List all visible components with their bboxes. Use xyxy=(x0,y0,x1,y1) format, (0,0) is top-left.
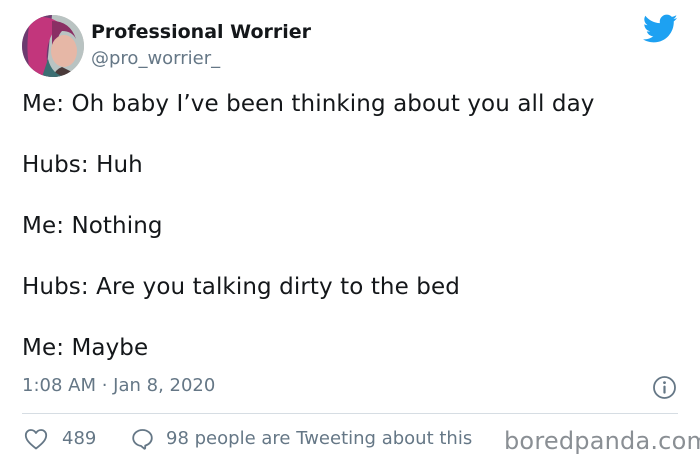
tweeting-about-link[interactable]: 98 people are Tweeting about this xyxy=(166,428,472,449)
like-count[interactable]: 489 xyxy=(62,428,96,449)
avatar[interactable] xyxy=(22,15,84,77)
tweet-line: Me: Nothing xyxy=(22,213,163,239)
info-icon[interactable] xyxy=(652,375,677,400)
tweet-card: Professional Worrier @pro_worrier_ Me: O… xyxy=(0,0,700,467)
tweet-line: Hubs: Are you talking dirty to the bed xyxy=(22,274,460,300)
user-handle[interactable]: @pro_worrier_ xyxy=(91,48,220,69)
display-name[interactable]: Professional Worrier xyxy=(91,21,311,43)
watermark: boredpanda.com xyxy=(504,427,700,455)
comment-bubble-icon[interactable] xyxy=(131,428,154,450)
twitter-bird-icon[interactable] xyxy=(642,14,678,44)
tweet-line: Me: Maybe xyxy=(22,335,149,361)
tweet-timestamp[interactable]: 1:08 AM · Jan 8, 2020 xyxy=(22,375,215,396)
heart-icon[interactable] xyxy=(24,428,48,450)
divider xyxy=(22,413,678,414)
tweet-line: Hubs: Huh xyxy=(22,152,143,178)
tweet-line: Me: Oh baby I’ve been thinking about you… xyxy=(22,91,595,117)
profile-photo xyxy=(22,15,84,77)
